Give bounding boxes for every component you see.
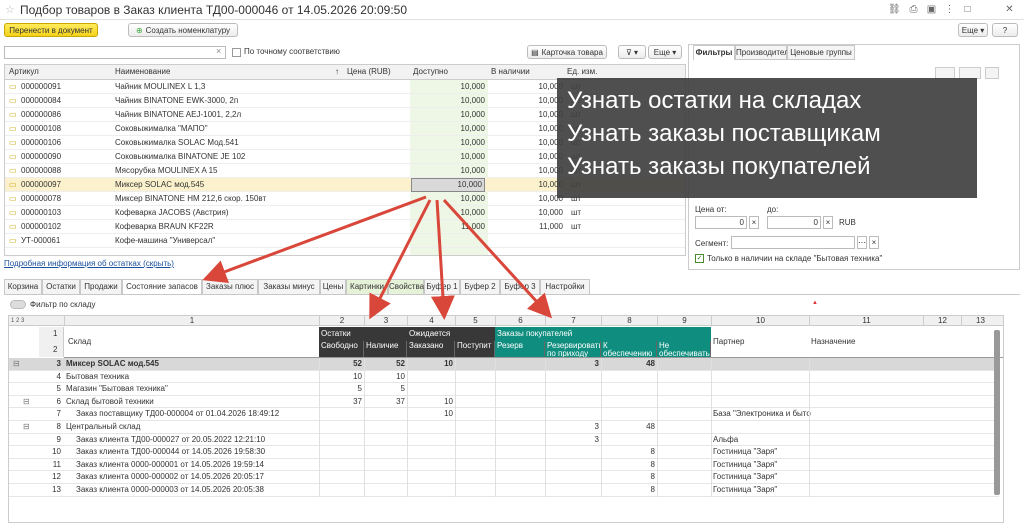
arrow-to-expected	[430, 199, 455, 320]
arrow-to-tab	[202, 195, 427, 283]
arrow-to-orders	[442, 198, 553, 319]
arrow-to-stock	[369, 199, 432, 320]
annotation-arrows	[202, 195, 553, 320]
